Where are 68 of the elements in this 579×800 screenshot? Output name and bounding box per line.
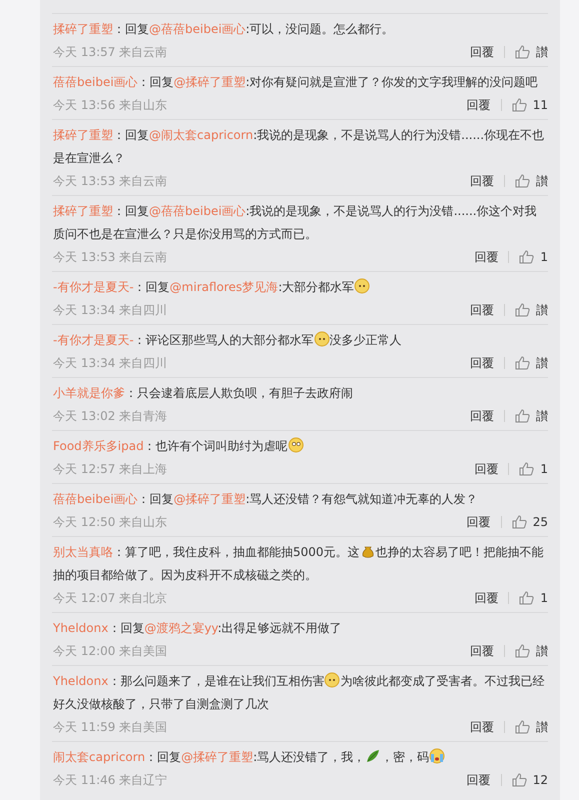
thumbs-up-icon — [519, 250, 534, 264]
comment-text: Yheldonx：回复@渡鸦之宴yy:出得足够远就不用做了 — [53, 620, 343, 637]
comment-time: 今天 13:34 来自四川 — [53, 302, 168, 319]
like-button[interactable]: 讃 — [515, 642, 548, 660]
like-button[interactable]: 1 — [519, 589, 548, 607]
like-button[interactable]: 11 — [512, 96, 548, 114]
reply-link[interactable]: 回覆 — [474, 248, 498, 266]
thumbs-up-icon — [515, 356, 530, 370]
leaf-emoji-icon — [365, 748, 382, 764]
thumbs-up-icon — [519, 462, 534, 476]
comment-text: 揉碎了重塑：回复@闹太套capricorn:我说的是现象，不是说骂人的行为没错......你现在不也是在宣泄么？ — [53, 127, 546, 167]
like-button[interactable]: 讃 — [515, 172, 548, 190]
thumbs-up-icon — [515, 409, 530, 423]
comment-time: 今天 13:56 来自山东 — [53, 97, 168, 114]
like-button[interactable]: 1 — [519, 460, 548, 478]
comment-time: 今天 11:59 来自美国 — [53, 719, 168, 736]
comment-text: Yheldonx：那么问题来了，是谁在让我们互相伤害 为啥彼此都变成了受害者。不过我已经好久没做核酸了，只带了自测盒测了几次 — [53, 671, 546, 713]
comment-time: 今天 13:34 来自四川 — [53, 355, 168, 372]
like-button[interactable]: 1 — [519, 248, 548, 266]
comment-time: 今天 13:53 来自云南 — [53, 173, 168, 190]
comment-text: -有你才是夏天-：评论区那些骂人的大部分都水军 没多少正常人 — [53, 330, 403, 349]
reply-link[interactable]: 回覆 — [470, 354, 494, 372]
reply-link[interactable]: 回覆 — [470, 407, 494, 425]
like-button[interactable]: 讃 — [515, 718, 548, 736]
like-button[interactable]: 讃 — [515, 301, 548, 319]
comment-time: 今天 13:57 来自云南 — [53, 44, 168, 61]
thumbs-up-icon — [519, 591, 534, 605]
comment-text: 揉碎了重塑：回复@蓓蓓beibei画心:可以，没问题。怎么都行。 — [53, 21, 395, 38]
like-button[interactable]: 讃 — [515, 354, 548, 372]
reply-link[interactable]: 回覆 — [470, 43, 494, 61]
comment-text: 别太当真咯：算了吧，我住皮科，抽血都能抽5000元。这 也挣的太容易了吧！把能抽不能抽的项目都给做了。因为皮科开不成核磁之类的。 — [53, 542, 545, 584]
like-button[interactable]: 12 — [512, 771, 548, 789]
comment-time: 今天 12:07 来自北京 — [53, 590, 168, 607]
reply-link[interactable]: 回覆 — [470, 301, 494, 319]
comment-text: 闹太套capricorn：回复@揉碎了重塑:骂人还没错了，我， ，密，码 — [53, 746, 547, 769]
reply-link[interactable]: 回覆 — [470, 642, 494, 660]
comment-text: -有你才是夏天-：回复@miraflores梦见海:大部分都水军 — [53, 276, 547, 299]
thumbs-up-icon — [515, 174, 530, 188]
like-button[interactable]: 讃 — [515, 407, 548, 425]
reply-link[interactable]: 回覆 — [474, 589, 498, 607]
thumbs-up-icon — [515, 303, 530, 317]
comment-text: 揉碎了重塑：回复@蓓蓓beibei画心:我说的是现象，不是说骂人的行为没错......你这个对我质问不也是在宣泄么？只是你没用骂的方式而已。 — [53, 203, 538, 243]
comment-text: 蓓蓓beibei画心：回复@揉碎了重塑:对你有疑问就是宣泄了？你发的文字我理解的没问题吧 — [53, 74, 539, 91]
thumbs-up-icon — [515, 45, 530, 59]
comment-time: 今天 13:02 来自青海 — [53, 408, 168, 425]
comment-time: 今天 12:50 来自山东 — [53, 514, 168, 531]
reply-link[interactable]: 回覆 — [474, 460, 498, 478]
thumbs-up-icon — [512, 773, 527, 787]
thumbs-up-icon — [515, 720, 530, 734]
thumbs-up-icon — [512, 98, 527, 112]
comment-time: 今天 12:57 来自上海 — [53, 461, 168, 478]
comment-text: 蓓蓓beibei画心：回复@揉碎了重塑:骂人还没错？有怨气就知道冲无辜的人发？ — [53, 491, 479, 508]
reply-link[interactable]: 回覆 — [466, 96, 491, 114]
thinking-emoji-icon — [288, 437, 304, 453]
like-button[interactable]: 25 — [512, 513, 548, 531]
like-button[interactable]: 讃 — [515, 43, 548, 61]
reply-link[interactable]: 回覆 — [466, 771, 491, 789]
thumbs-up-icon — [515, 644, 530, 658]
reply-link[interactable]: 回覆 — [470, 718, 494, 736]
comment-time: 今天 11:46 来自辽宁 — [53, 772, 168, 789]
comment-text: Food养乐多ipad：也许有个词叫助纣为虐呢 — [53, 435, 547, 458]
comment-text: 小羊就是你爹：只会逮着底层人欺负呗，有胆子去政府闹 — [53, 385, 354, 402]
comment-time: 今天 13:53 来自云南 — [53, 249, 168, 266]
reply-link[interactable]: 回覆 — [466, 513, 491, 531]
thumbs-up-icon — [512, 515, 527, 529]
crying-emoji-icon — [429, 748, 446, 764]
reply-link[interactable]: 回覆 — [470, 172, 494, 190]
comment-time: 今天 12:00 来自美国 — [53, 643, 168, 660]
